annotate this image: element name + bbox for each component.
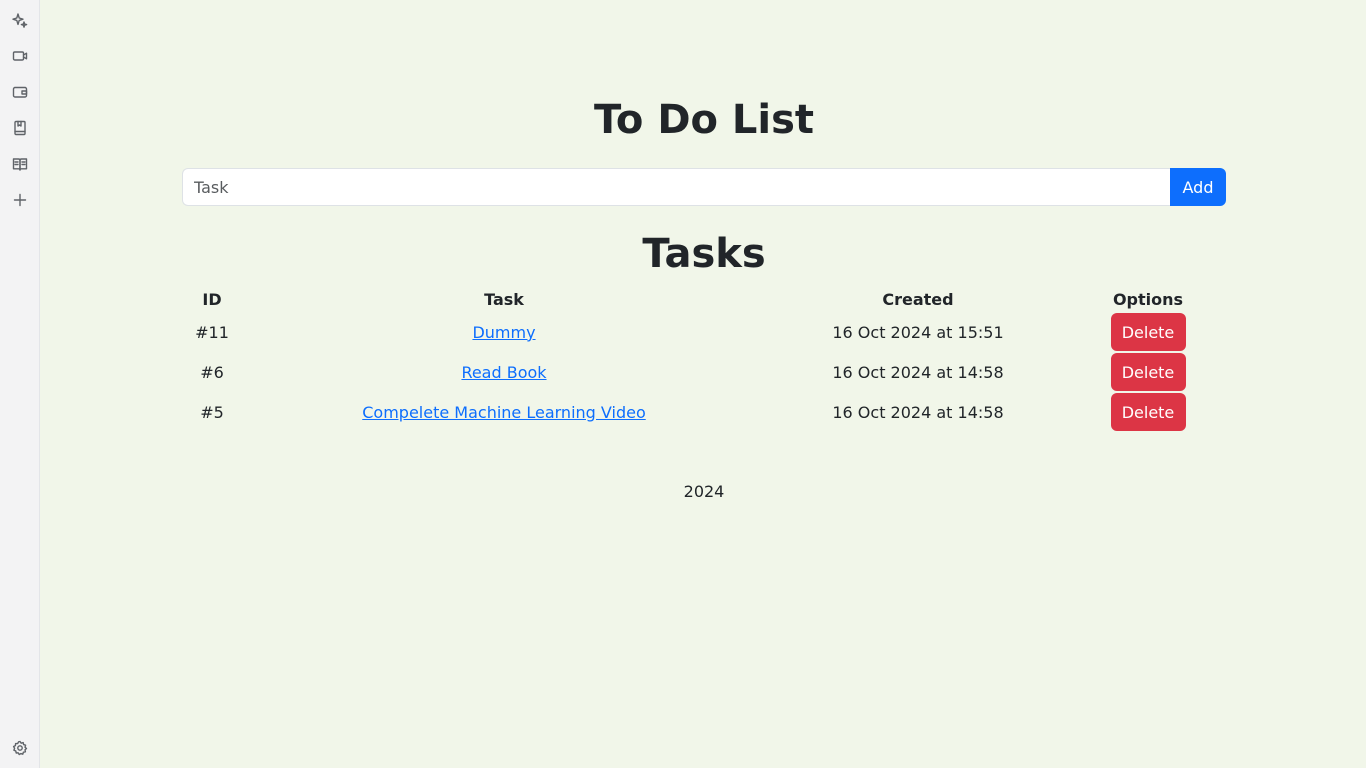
video-icon[interactable] [11,47,29,65]
task-created: 16 Oct 2024 at 14:58 [832,362,1004,382]
task-id: #6 [200,362,224,382]
task-created: 16 Oct 2024 at 15:51 [832,322,1004,342]
add-task-form: Add [182,168,1226,206]
task-created: 16 Oct 2024 at 14:58 [832,402,1004,422]
task-link[interactable]: Compelete Machine Learning Video [362,403,645,422]
tasks-heading: Tasks [642,231,766,277]
task-id: #5 [200,402,224,422]
delete-button[interactable]: Delete [1110,353,1186,391]
sidebar [0,0,40,768]
table-row: #11 Dummy 16 Oct 2024 at 15:51 Delete [182,312,1226,352]
task-table: ID Task Created Options #11 Dummy 16 Oct… [182,286,1226,432]
bookmark-icon[interactable] [11,119,29,137]
task-link[interactable]: Read Book [461,363,546,382]
task-link[interactable]: Dummy [472,323,535,342]
column-header-options: Options [1112,289,1184,309]
table-row: #6 Read Book 16 Oct 2024 at 14:58 Delete [182,352,1226,392]
plus-icon[interactable] [11,191,29,209]
delete-button[interactable]: Delete [1110,313,1186,351]
settings-icon[interactable] [11,739,29,757]
delete-button[interactable]: Delete [1110,393,1186,431]
task-id: #11 [195,322,229,342]
column-header-created: Created [882,289,954,309]
task-input[interactable] [182,168,1170,206]
column-header-id: ID [202,289,222,309]
column-header-task: Task [484,289,524,309]
wallet-icon[interactable] [11,83,29,101]
footer-year: 2024 [683,482,725,501]
sparkle-icon[interactable] [11,11,29,29]
add-button[interactable]: Add [1170,168,1226,206]
book-open-icon[interactable] [11,155,29,173]
table-row: #5 Compelete Machine Learning Video 16 O… [182,392,1226,432]
table-header-row: ID Task Created Options [182,286,1226,312]
page-title: To Do List [593,97,815,143]
